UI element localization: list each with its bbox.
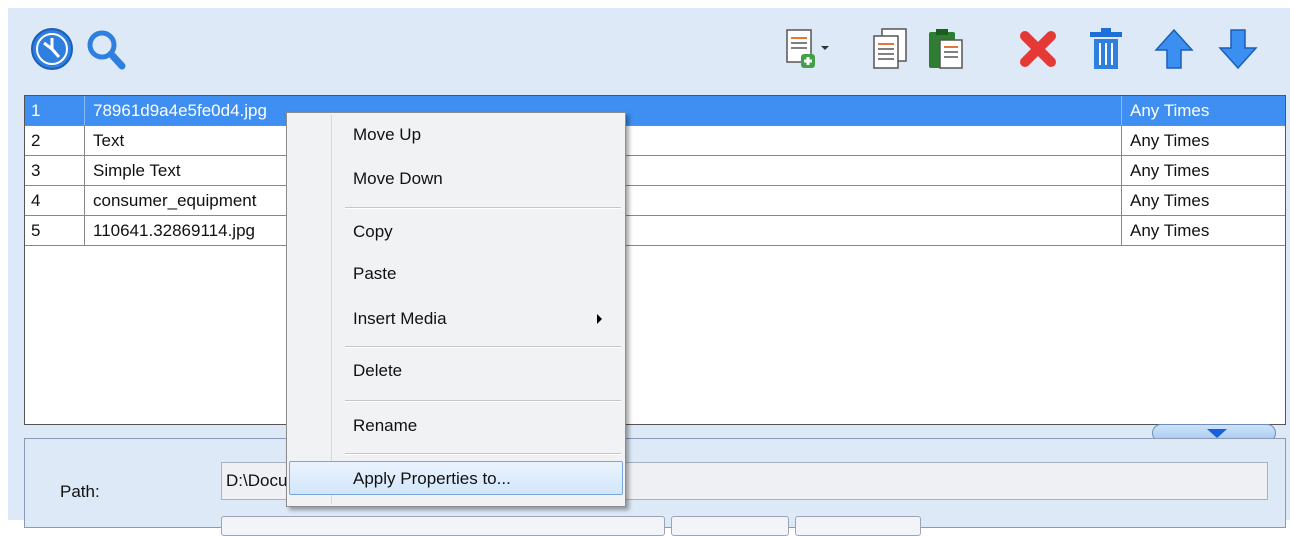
row-number: 3 xyxy=(25,156,85,185)
option-button[interactable] xyxy=(671,516,789,536)
menu-item-move-up[interactable]: Move Up xyxy=(291,118,621,152)
menu-separator xyxy=(345,207,621,209)
row-number: 5 xyxy=(25,216,85,245)
app-panel: 1 78961d9a4e5fe0d4.jpg Any Times 2 Text … xyxy=(8,8,1290,536)
row-time: Any Times xyxy=(1130,221,1210,240)
row-time: Any Times xyxy=(1130,101,1210,120)
context-menu: Move Up Move Down Copy Paste Insert Medi… xyxy=(286,112,626,507)
toolbar xyxy=(8,8,1290,88)
playlist-table: 1 78961d9a4e5fe0d4.jpg Any Times 2 Text … xyxy=(24,95,1286,425)
menu-item-label: Apply Properties to... xyxy=(353,469,511,488)
menu-item-label: Insert Media xyxy=(353,309,447,328)
paste-icon[interactable] xyxy=(926,26,966,72)
menu-item-rename[interactable]: Rename xyxy=(291,409,621,443)
menu-item-label: Move Down xyxy=(353,169,443,188)
row-number: 2 xyxy=(25,126,85,155)
arrow-down-icon[interactable] xyxy=(1218,26,1258,72)
arrow-up-icon[interactable] xyxy=(1154,26,1194,72)
copy-document-icon[interactable] xyxy=(870,26,910,72)
menu-item-insert-media[interactable]: Insert Media xyxy=(291,302,621,336)
delete-x-icon[interactable] xyxy=(1016,26,1060,72)
submenu-arrow-icon xyxy=(597,314,602,324)
menu-separator xyxy=(345,400,621,402)
table-row[interactable]: 3 Simple Text Any Times xyxy=(25,156,1285,186)
add-document-icon[interactable] xyxy=(784,26,820,72)
menu-item-move-down[interactable]: Move Down xyxy=(291,162,621,196)
menu-item-copy[interactable]: Copy xyxy=(291,215,621,249)
menu-item-apply-properties[interactable]: Apply Properties to... xyxy=(289,461,623,495)
row-number: 1 xyxy=(25,96,85,125)
row-time: Any Times xyxy=(1130,191,1210,210)
path-label: Path: xyxy=(60,482,100,501)
row-time: Any Times xyxy=(1130,131,1210,150)
clock-icon[interactable] xyxy=(30,26,74,72)
search-icon[interactable] xyxy=(84,26,128,72)
row-number: 4 xyxy=(25,186,85,215)
table-row[interactable]: 5 110641.32869114.jpg Any Times xyxy=(25,216,1285,246)
menu-item-delete[interactable]: Delete xyxy=(291,354,621,388)
menu-item-label: Copy xyxy=(353,222,393,241)
row-time: Any Times xyxy=(1130,161,1210,180)
trash-icon[interactable] xyxy=(1086,26,1126,72)
menu-item-label: Paste xyxy=(353,264,397,283)
dropdown-field[interactable] xyxy=(221,516,665,536)
chevron-down-icon xyxy=(1207,429,1227,438)
table-row[interactable]: 1 78961d9a4e5fe0d4.jpg Any Times xyxy=(25,96,1285,126)
menu-item-label: Rename xyxy=(353,416,418,435)
menu-item-paste[interactable]: Paste xyxy=(291,257,621,291)
menu-item-label: Delete xyxy=(353,361,403,380)
option-button[interactable] xyxy=(795,516,921,536)
dropdown-arrow-icon[interactable] xyxy=(821,46,829,50)
table-row[interactable]: 2 Text Any Times xyxy=(25,126,1285,156)
table-row[interactable]: 4 consumer_equipment Any Times xyxy=(25,186,1285,216)
menu-separator xyxy=(345,346,621,348)
menu-separator xyxy=(345,453,621,455)
menu-item-label: Move Up xyxy=(353,125,422,144)
